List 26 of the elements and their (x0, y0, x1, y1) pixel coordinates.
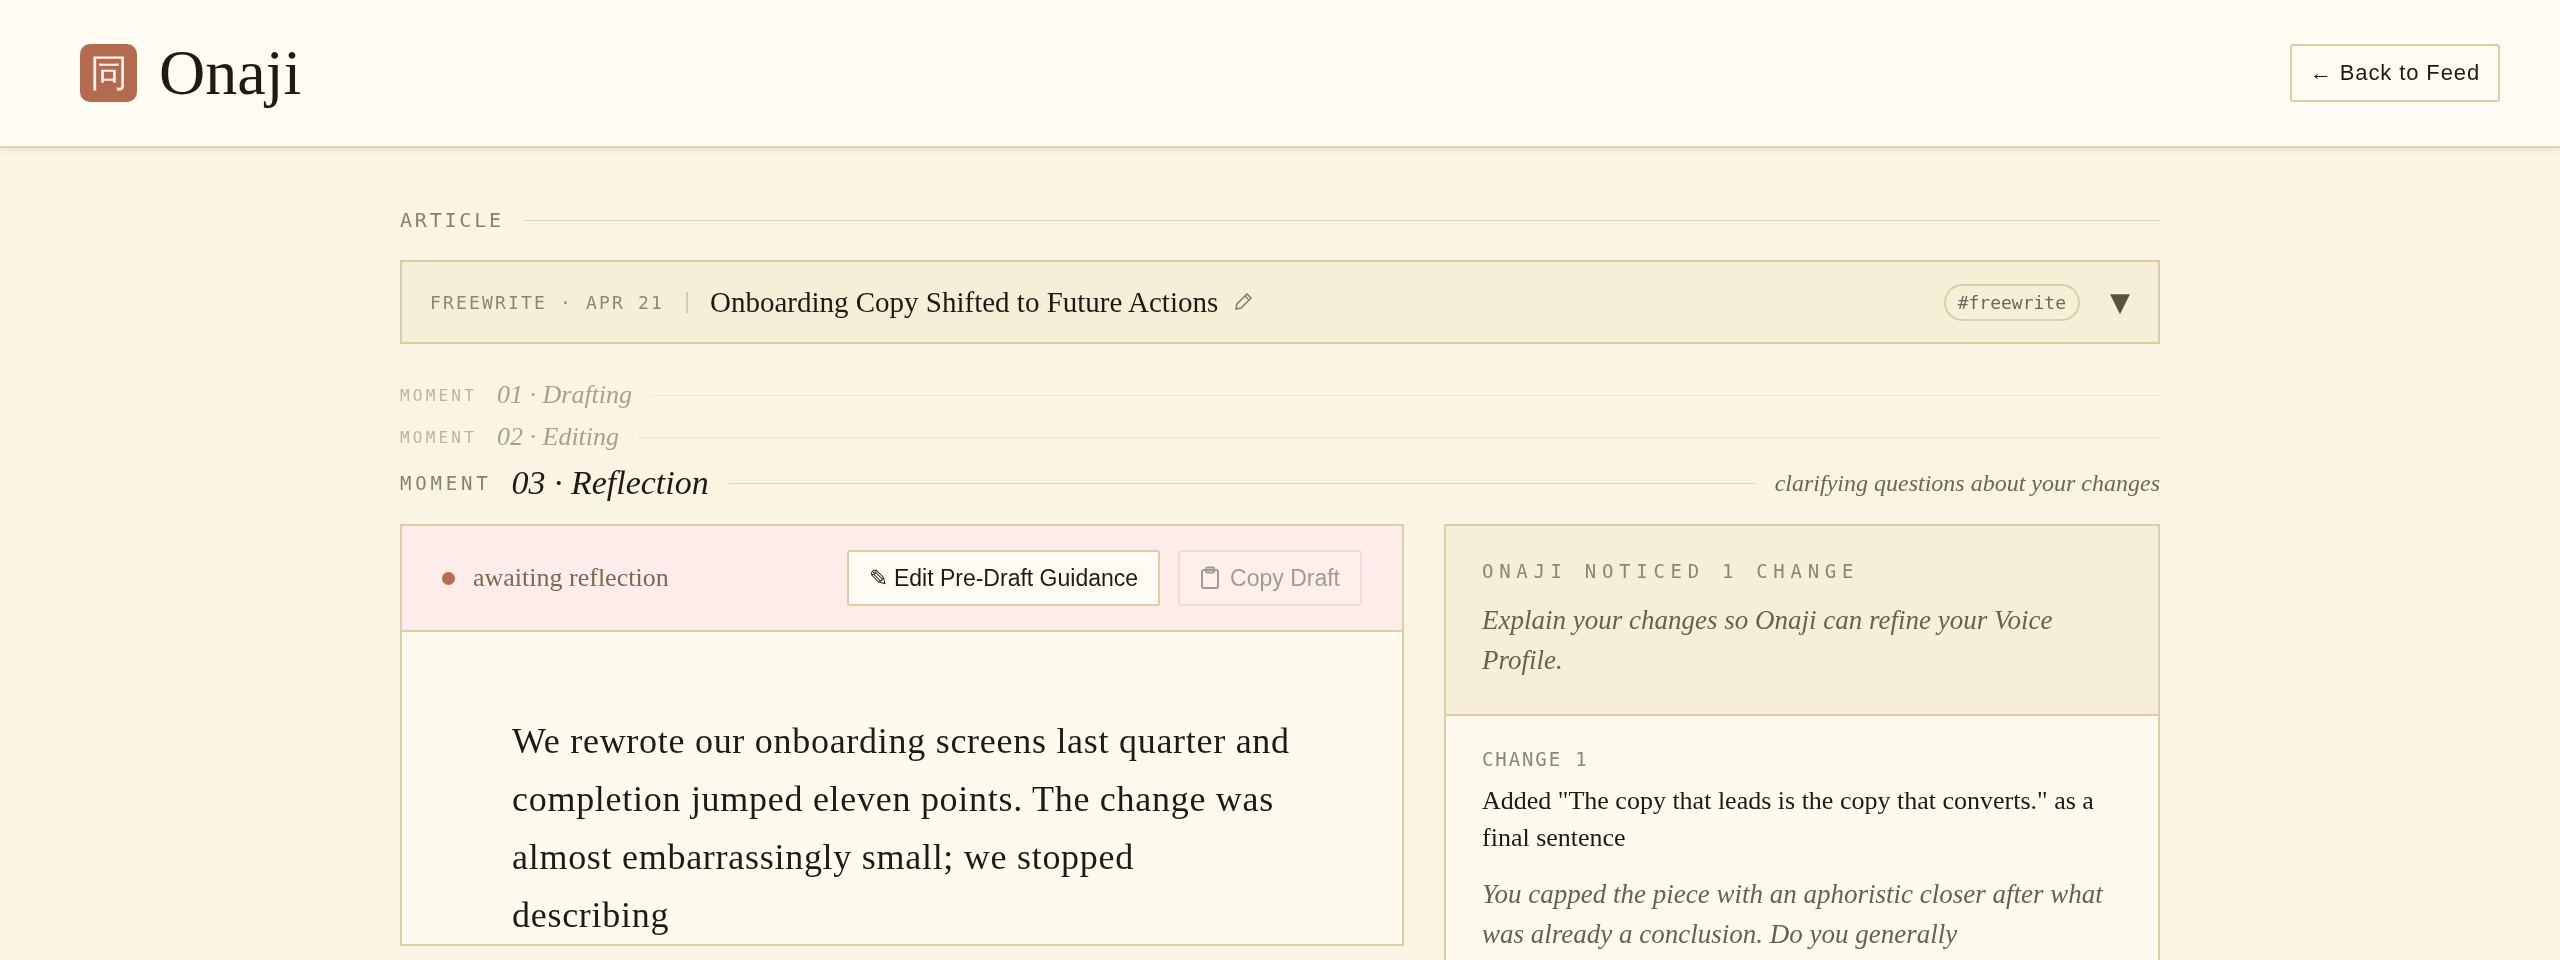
change-summary: Added "The copy that leads is the copy that converts." as a final sentence (1482, 785, 2095, 854)
moment-label: MOMENT (400, 472, 492, 494)
clipboard-icon (1200, 566, 1221, 590)
panel-intro: Explain your changes so Onaji can refine your Voice Profile. (1482, 604, 2054, 677)
panel-heading: ONAJI NOTICED 1 CHANGE (1482, 560, 1861, 582)
pencil-icon[interactable] (1232, 291, 1255, 313)
moment-label: MOMENT (400, 385, 477, 405)
logo-icon: 同 (80, 44, 137, 102)
moment-label: MOMENT (400, 427, 477, 447)
back-to-feed-button[interactable]: ← Back to Feed (2289, 44, 2500, 102)
moment-note: clarifying questions about your changes (1774, 469, 2160, 497)
change-question: You capped the piece with an aphoristic closer after what was already a conclusion. Do you generally (1482, 878, 2105, 951)
edit-guidance-button[interactable]: ✎ Edit Pre-Draft Guidance (846, 550, 1161, 606)
article-meta: FREEWRITE · APR 21 (430, 291, 688, 313)
section-label: ARTICLE (400, 208, 504, 232)
moment-title: 03 · Reflection (511, 464, 709, 502)
expand-toggle[interactable]: ▼ (2110, 287, 2130, 317)
change-label: CHANGE 1 (1482, 748, 1590, 770)
status-text: awaiting reflection (473, 563, 670, 593)
moment-row[interactable]: MOMENT 03 · Reflection clarifying questions about your changes (400, 464, 2160, 502)
article-title: Onboarding Copy Shifted to Future Actions (709, 285, 1219, 319)
moment-title: 01 · Drafting (497, 380, 633, 410)
tag-chip[interactable]: #freewrite (1943, 283, 2080, 321)
brand-name: Onaji (159, 36, 302, 110)
moment-title: 02 · Editing (497, 422, 620, 452)
draft-text: We rewrote our onboarding screens last quarter and completion jumped eleven points. The change was almost embarrassingly small; we stopped describing (511, 720, 1291, 937)
